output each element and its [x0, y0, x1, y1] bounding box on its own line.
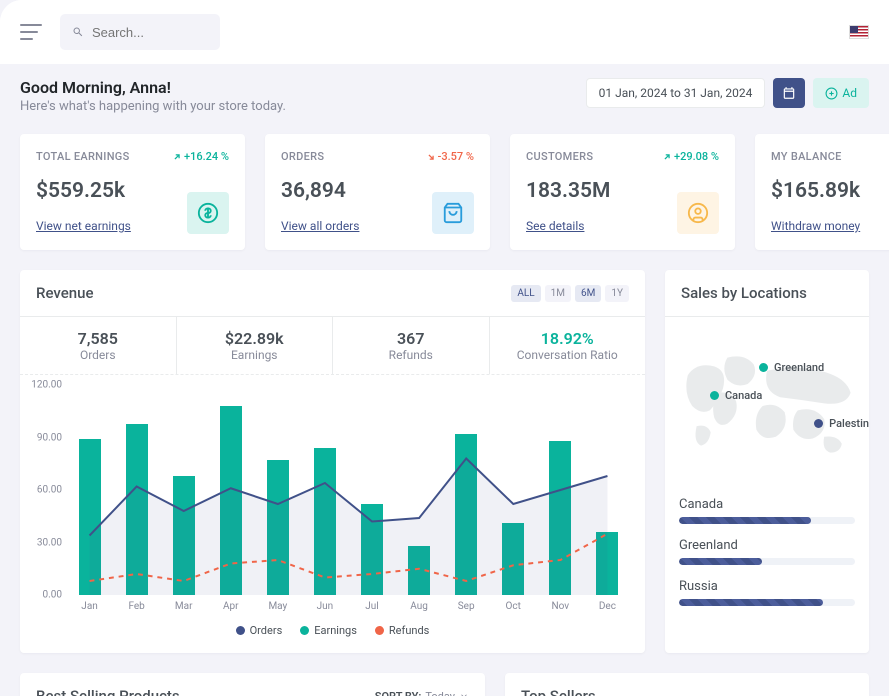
locations-title: Sales by Locations: [681, 284, 807, 302]
page-subtitle: Here's what's happening with your store …: [20, 99, 286, 114]
stat-label: TOTAL EARNINGS: [36, 150, 130, 163]
location-bar: Canada: [679, 497, 855, 524]
marker-canada[interactable]: Canada: [710, 389, 762, 402]
stat-link-orders[interactable]: View all orders: [281, 219, 359, 233]
stat-value: $165.89k: [771, 179, 889, 203]
stat-link-earnings[interactable]: View net earnings: [36, 219, 131, 233]
menu-toggle[interactable]: [20, 24, 42, 40]
best-selling-card: Best Selling Products SORT BY: Today: [20, 673, 485, 696]
range-1m[interactable]: 1M: [545, 285, 571, 302]
legend-earnings[interactable]: Earnings: [300, 624, 357, 637]
stat-customers: CUSTOMERS +29.08 % 183.35M See details: [510, 134, 735, 250]
stat-total-earnings: TOTAL EARNINGS +16.24 % $559.25k View ne…: [20, 134, 245, 250]
stat-label: MY BALANCE: [771, 150, 842, 163]
summary-orders: 7,585 Orders: [20, 317, 177, 374]
add-product-button[interactable]: Ad: [813, 78, 869, 108]
marker-greenland[interactable]: Greenland: [759, 361, 824, 374]
bag-icon: [432, 192, 474, 234]
range-1y[interactable]: 1Y: [605, 285, 629, 302]
search-wrap: [60, 14, 220, 50]
locations-card: Sales by Locations: [665, 270, 869, 653]
bsp-sort[interactable]: SORT BY: Today: [375, 690, 469, 696]
dollar-circle-icon: [187, 192, 229, 234]
summary-refunds: 367 Refunds: [333, 317, 490, 374]
legend-orders[interactable]: Orders: [236, 624, 283, 637]
legend-refunds[interactable]: Refunds: [375, 624, 429, 637]
stat-orders: ORDERS -3.57 % 36,894 View all orders: [265, 134, 490, 250]
search-input[interactable]: [92, 25, 208, 40]
location-bar: Greenland: [679, 538, 855, 565]
stat-balance: MY BALANCE $165.89k Withdraw money: [755, 134, 889, 250]
location-bar: Russia: [679, 579, 855, 606]
calendar-icon: [782, 86, 796, 100]
summary-conversion: 18.92% Conversation Ratio: [490, 317, 646, 374]
bsp-title: Best Selling Products: [36, 687, 180, 696]
stat-pct: -3.57 %: [426, 150, 474, 163]
stat-link-balance[interactable]: Withdraw money: [771, 219, 860, 233]
search-icon: [72, 25, 84, 39]
revenue-card: Revenue ALL 1M 6M 1Y 7,585 Orders $22.89…: [20, 270, 645, 653]
locale-picker[interactable]: [849, 25, 869, 39]
world-map: [679, 331, 855, 481]
stat-label: ORDERS: [281, 150, 324, 163]
stat-pct: +29.08 %: [662, 150, 719, 163]
revenue-chart: 0.0030.0060.0090.00120.00 JanFebMarAprMa…: [20, 375, 645, 653]
range-6m[interactable]: 6M: [575, 285, 601, 302]
arrow-up-right-icon: [662, 152, 672, 162]
stat-label: CUSTOMERS: [526, 150, 593, 163]
user-circle-icon: [677, 192, 719, 234]
marker-palestine[interactable]: Palestin: [814, 417, 869, 430]
summary-earnings: $22.89k Earnings: [177, 317, 334, 374]
arrow-down-right-icon: [426, 152, 436, 162]
chevron-down-icon: [459, 691, 469, 696]
date-picker-button[interactable]: [773, 78, 805, 108]
range-all[interactable]: ALL: [511, 285, 540, 302]
plus-circle-icon: [825, 87, 838, 100]
ts-title: Top Sellers: [521, 687, 596, 696]
revenue-title: Revenue: [36, 284, 94, 302]
arrow-up-right-icon: [172, 152, 182, 162]
stat-pct: +16.24 %: [172, 150, 229, 163]
date-range-input[interactable]: 01 Jan, 2024 to 31 Jan, 2024: [586, 78, 766, 108]
page-greeting: Good Morning, Anna!: [20, 78, 286, 97]
top-sellers-card: Top Sellers: [505, 673, 869, 696]
stat-link-customers[interactable]: See details: [526, 219, 584, 233]
